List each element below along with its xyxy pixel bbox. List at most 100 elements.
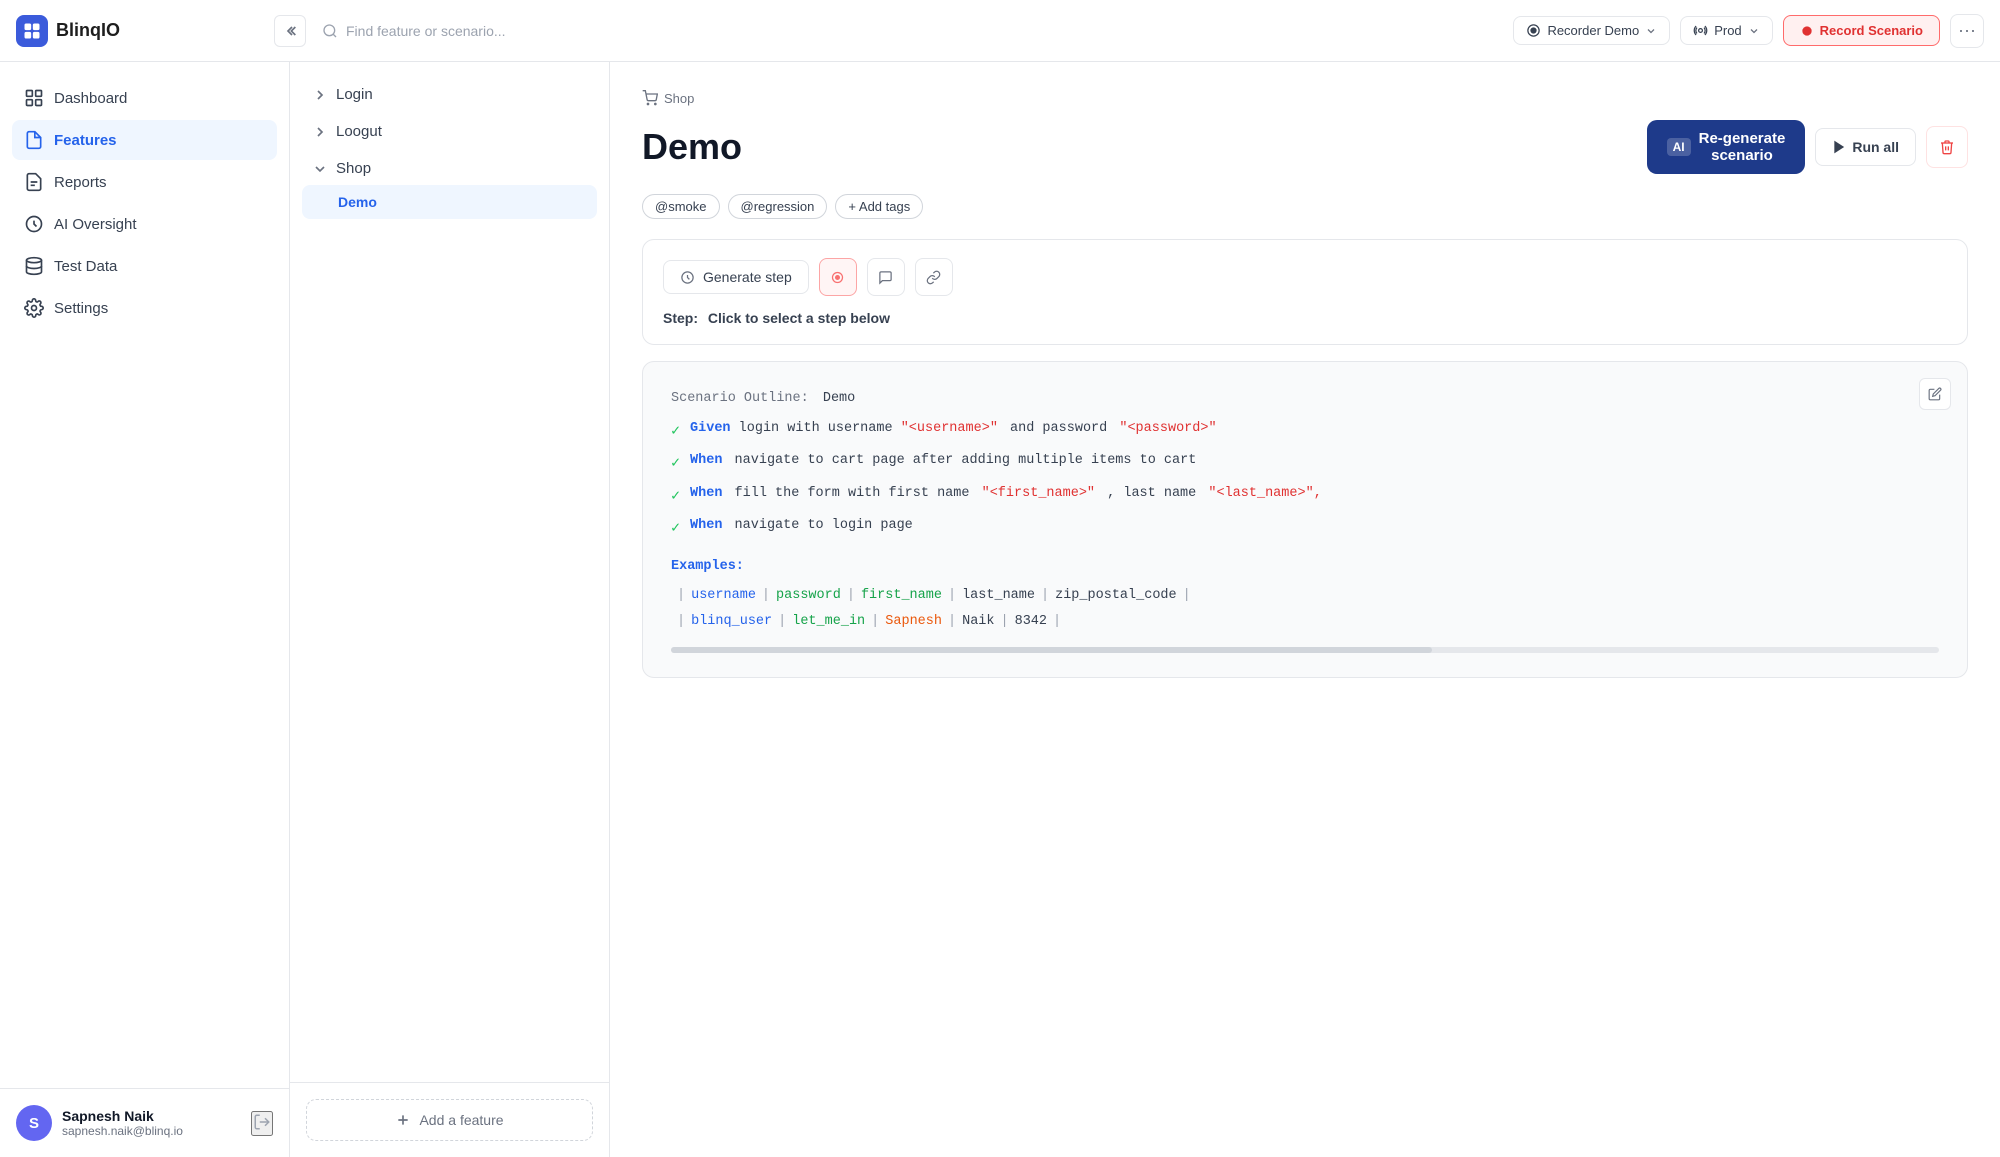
outline-value: Demo <box>823 391 855 406</box>
feature-group-loogut-header[interactable]: Loogut <box>302 115 597 148</box>
ai-regenerate-label: Re-generate scenario <box>1699 130 1786 164</box>
step-text-3: When fill the form with first name "<fir… <box>690 481 1322 507</box>
generate-step-label: Generate step <box>703 269 792 285</box>
recorder-demo-button[interactable]: Recorder Demo <box>1513 16 1670 45</box>
tags-row: @smoke @regression + Add tags <box>642 194 1968 219</box>
record-step-button[interactable] <box>819 258 857 296</box>
scrollbar-thumb <box>671 647 1432 653</box>
env-icon <box>1693 23 1708 38</box>
env-button[interactable]: Prod <box>1680 16 1772 45</box>
examples-section: Examples: | username | password | first_… <box>671 554 1939 635</box>
logout-icon <box>253 1113 271 1131</box>
plus-icon <box>395 1112 411 1128</box>
ai-regenerate-button[interactable]: AI Re-generate scenario <box>1647 120 1806 174</box>
app-name: BlinqIO <box>56 20 120 41</box>
sidebar-item-label: Reports <box>54 174 107 191</box>
table-data-row-1: | blinq_user | let_me_in | Sapnesh | Nai… <box>671 609 1939 635</box>
sidebar-item-label: AI Oversight <box>54 216 137 233</box>
sidebar-item-label: Test Data <box>54 258 117 275</box>
sidebar-item-dashboard[interactable]: Dashboard <box>12 78 277 118</box>
chat-icon <box>878 270 893 285</box>
page-header: Demo AI Re-generate scenario Run all <box>642 120 1968 174</box>
user-avatar: S <box>16 1105 52 1141</box>
link-icon <box>926 270 941 285</box>
sidebar-item-settings[interactable]: Settings <box>12 288 277 328</box>
feature-group-login: Login <box>302 78 597 111</box>
tag-smoke[interactable]: @smoke <box>642 194 720 219</box>
feature-group-login-header[interactable]: Login <box>302 78 597 111</box>
sidebar-item-ai-oversight[interactable]: AI Oversight <box>12 204 277 244</box>
page-title: Demo <box>642 126 742 168</box>
step-text-1: Given login with username "<username>" a… <box>690 416 1217 442</box>
cell-password: let_me_in <box>792 609 865 635</box>
search-placeholder[interactable]: Find feature or scenario... <box>346 23 506 39</box>
feature-scenario-demo[interactable]: Demo <box>302 185 597 219</box>
feature-group-shop-label: Shop <box>336 160 371 177</box>
collapse-sidebar-button[interactable] <box>274 15 306 47</box>
main-layout: Dashboard Features Reports AI Oversight … <box>0 62 2000 1157</box>
col-header-zip: zip_postal_code <box>1055 583 1177 609</box>
sidebar-item-reports[interactable]: Reports <box>12 162 277 202</box>
feature-group-shop: Shop Demo <box>302 152 597 219</box>
feature-group-shop-header[interactable]: Shop <box>302 152 597 185</box>
app-logo-icon <box>16 15 48 47</box>
check-icon-3: ✓ <box>671 483 680 512</box>
sidebar-item-label: Features <box>54 132 117 149</box>
col-header-lastname: last_name <box>962 583 1035 609</box>
more-options-button[interactable]: ··· <box>1950 14 1984 48</box>
link-button[interactable] <box>915 258 953 296</box>
add-tag-button[interactable]: + Add tags <box>835 194 923 219</box>
add-feature-bar: Add a feature <box>290 1082 609 1157</box>
step-toolbar-area: Generate step Step: Click to select a st… <box>642 239 1968 345</box>
horizontal-scrollbar[interactable] <box>671 647 1939 653</box>
feature-panel: Login Loogut Shop Demo Add a feat <box>290 62 610 1157</box>
pencil-icon <box>1928 387 1942 401</box>
step-prefix: Step: <box>663 310 698 326</box>
record-label: Record Scenario <box>1820 23 1923 38</box>
feature-group-loogut-label: Loogut <box>336 123 382 140</box>
step-row-2: ✓ When navigate to cart page after addin… <box>671 448 1939 479</box>
ai-badge: AI <box>1667 138 1691 156</box>
step-toolbar: Generate step <box>663 258 1947 296</box>
chevron-right-icon <box>312 87 328 103</box>
sidebar-item-label: Settings <box>54 300 108 317</box>
sidebar-item-label: Dashboard <box>54 90 127 107</box>
breadcrumb-label: Shop <box>664 91 694 106</box>
user-name: Sapnesh Naik <box>62 1108 241 1124</box>
generate-step-icon <box>680 270 695 285</box>
record-scenario-button[interactable]: Record Scenario <box>1783 15 1940 46</box>
user-profile-area: S Sapnesh Naik sapnesh.naik@blinq.io <box>0 1088 289 1157</box>
features-icon <box>24 130 44 150</box>
shop-breadcrumb-icon <box>642 90 658 106</box>
env-label: Prod <box>1714 23 1741 38</box>
edit-scenario-button[interactable] <box>1919 378 1951 410</box>
record-dot-icon <box>1800 24 1814 38</box>
search-area: Find feature or scenario... <box>322 23 1497 39</box>
step-row-3: ✓ When fill the form with first name "<f… <box>671 481 1939 512</box>
col-header-username: username <box>691 583 756 609</box>
cell-firstname: Sapnesh <box>885 609 942 635</box>
run-all-button[interactable]: Run all <box>1815 128 1916 166</box>
reports-icon <box>24 172 44 192</box>
delete-button[interactable] <box>1926 126 1968 168</box>
main-content-area: Shop Demo AI Re-generate scenario Run al… <box>610 62 2000 1157</box>
step-text-2: When navigate to cart page after adding … <box>690 448 1196 474</box>
cell-lastname: Naik <box>962 609 994 635</box>
sidebar-item-test-data[interactable]: Test Data <box>12 246 277 286</box>
chat-button[interactable] <box>867 258 905 296</box>
run-all-label: Run all <box>1852 139 1899 155</box>
logout-button[interactable] <box>251 1111 273 1136</box>
ai-oversight-icon <box>24 214 44 234</box>
scenario-outline-line: Scenario Outline: Demo <box>671 386 1939 412</box>
generate-step-button[interactable]: Generate step <box>663 260 809 294</box>
add-feature-button[interactable]: Add a feature <box>306 1099 593 1141</box>
col-header-password: password <box>776 583 841 609</box>
step-hint: Step: Click to select a step below <box>663 310 1947 326</box>
user-email: sapnesh.naik@blinq.io <box>62 1124 241 1138</box>
check-icon-1: ✓ <box>671 418 680 447</box>
examples-label: Examples: <box>671 559 744 574</box>
recorder-label: Recorder Demo <box>1547 23 1639 38</box>
app-header: BlinqIO Find feature or scenario... Reco… <box>0 0 2000 62</box>
sidebar-item-features[interactable]: Features <box>12 120 277 160</box>
tag-regression[interactable]: @regression <box>728 194 828 219</box>
